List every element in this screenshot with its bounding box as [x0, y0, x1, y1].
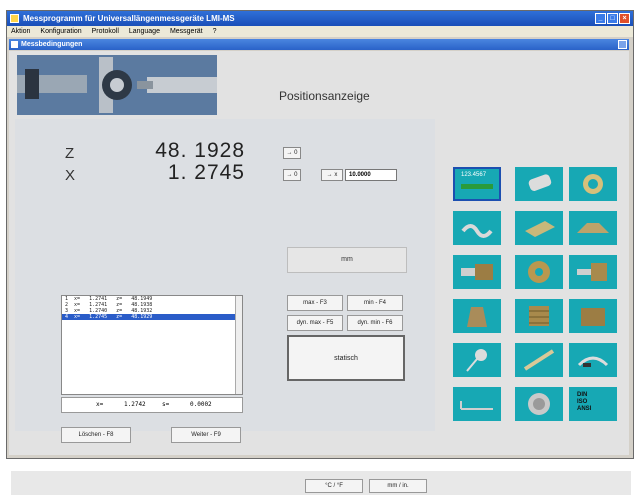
- list-scrollbar[interactable]: [235, 296, 242, 394]
- menu-item-help[interactable]: ?: [213, 28, 217, 35]
- standards-din: DIN: [577, 392, 588, 398]
- tile-caliper[interactable]: [569, 343, 617, 377]
- tile-taper[interactable]: [453, 299, 501, 333]
- tile-thread-ring[interactable]: [515, 255, 563, 289]
- menu-item-language[interactable]: Language: [129, 28, 160, 35]
- x-set-value-field[interactable]: 10.0000: [345, 169, 397, 181]
- x-set-button[interactable]: → x: [321, 169, 343, 181]
- tile-profile-block[interactable]: [569, 211, 617, 245]
- x-zero-button[interactable]: → 0: [283, 169, 301, 181]
- axis-x-label: X: [65, 167, 76, 184]
- static-button[interactable]: statisch: [287, 335, 405, 381]
- measurement-list[interactable]: 1 x= 1.2741 z= 48.1949 2 x= 1.2741 z= 48…: [61, 295, 243, 395]
- tile-cylinder-pin[interactable]: [515, 167, 563, 201]
- next-f9-button[interactable]: Weiter - F9: [171, 427, 241, 443]
- axis-x-value: 1. 2745: [167, 161, 245, 184]
- stddev-label: s=: [162, 401, 170, 408]
- rod-icon: [523, 349, 555, 371]
- menu-bar: Aktion Konfiguration Protokoll Language …: [7, 26, 633, 37]
- tile-gear[interactable]: [515, 387, 563, 421]
- title-bar: Messprogramm für Universallängenmessgerä…: [7, 11, 633, 26]
- app-icon: [10, 14, 19, 23]
- application-window: Messprogramm für Universallängenmessgerä…: [6, 10, 634, 495]
- tile-probe[interactable]: [453, 343, 501, 377]
- thread-plug-icon: [461, 264, 493, 280]
- menu-item-protokoll[interactable]: Protokoll: [92, 28, 119, 35]
- standards-iso: ISO: [577, 399, 588, 405]
- window-title: Messprogramm für Universallängenmessgerä…: [23, 14, 235, 23]
- close-icon[interactable]: ×: [619, 13, 630, 24]
- celsius-fahrenheit-button[interactable]: °C / °F: [305, 479, 363, 493]
- unit-display: mm: [287, 247, 407, 273]
- list-item-selected[interactable]: 4 x= 1.2745 z= 48.1929: [62, 314, 242, 320]
- machine-photo: [17, 55, 217, 115]
- thread-ring-icon: [528, 261, 550, 283]
- dialog-title: Messbedingungen: [21, 41, 83, 48]
- z-zero-button[interactable]: → 0: [283, 147, 301, 159]
- thread-setting-icon: [581, 308, 605, 326]
- tile-standards[interactable]: DIN ISO ANSI: [569, 387, 617, 421]
- tile-thread-plug[interactable]: [453, 255, 501, 289]
- thread-gauge-icon: [529, 306, 549, 326]
- main-content: Positionsanzeige Z 48. 1928 X 1. 2745 → …: [9, 51, 631, 495]
- menu-item-aktion[interactable]: Aktion: [11, 28, 30, 35]
- statistics-row: x= 1.2742 s= 0.0002: [61, 397, 243, 413]
- dialog-title-bar: Messbedingungen: [9, 39, 629, 50]
- mm-inch-button[interactable]: mm / in.: [369, 479, 427, 493]
- cylinder-pin-icon: [528, 174, 552, 191]
- gear-icon: [528, 393, 550, 415]
- dyn-min-f6-button[interactable]: dyn. min - F6: [347, 315, 403, 331]
- minimize-icon[interactable]: _: [595, 13, 606, 24]
- tile-thread-setting[interactable]: [569, 299, 617, 333]
- machine-illustration: [17, 55, 217, 115]
- taper-icon: [467, 307, 487, 327]
- tile-position-readout[interactable]: 123.4567: [453, 167, 501, 201]
- wire-icon: [461, 224, 493, 238]
- dialog-close-icon[interactable]: [618, 40, 627, 49]
- menu-item-konfiguration[interactable]: Konfiguration: [40, 28, 81, 35]
- mean-value: 1.2742: [124, 401, 146, 408]
- page-title: Positionsanzeige: [279, 89, 370, 103]
- axis-z-value: 48. 1928: [155, 139, 245, 162]
- menu-item-messgeraet[interactable]: Messgerät: [170, 28, 203, 35]
- clear-f8-button[interactable]: Löschen - F8: [61, 427, 131, 443]
- dialog-icon: [11, 41, 18, 48]
- tile-bracket[interactable]: [453, 387, 501, 421]
- caliper-icon: [577, 356, 609, 367]
- tile-readout-value: 123.4567: [461, 172, 487, 178]
- profile-block-icon: [577, 223, 609, 233]
- mean-label: x=: [96, 401, 104, 408]
- max-f3-button[interactable]: max - F3: [287, 295, 343, 311]
- tile-ring[interactable]: [569, 167, 617, 201]
- axis-z-label: Z: [65, 145, 75, 162]
- tile-rod[interactable]: [515, 343, 563, 377]
- maximize-icon[interactable]: □: [607, 13, 618, 24]
- threaded-pin-icon: [577, 263, 607, 281]
- probe-icon: [466, 349, 487, 372]
- progress-bar-icon: [461, 184, 493, 189]
- standards-ansi: ANSI: [577, 406, 592, 412]
- gauge-block-icon: [525, 221, 555, 237]
- tile-thread-gauge[interactable]: [515, 299, 563, 333]
- bracket-icon: [460, 401, 493, 410]
- tile-gauge-block[interactable]: [515, 211, 563, 245]
- ring-icon: [583, 174, 603, 194]
- tile-threaded-pin[interactable]: [569, 255, 617, 289]
- min-f4-button[interactable]: min - F4: [347, 295, 403, 311]
- standards-text: DIN ISO ANSI: [577, 392, 591, 413]
- tile-wire[interactable]: [453, 211, 501, 245]
- stddev-value: 0.0002: [190, 401, 212, 408]
- dyn-max-f5-button[interactable]: dyn. max - F5: [287, 315, 343, 331]
